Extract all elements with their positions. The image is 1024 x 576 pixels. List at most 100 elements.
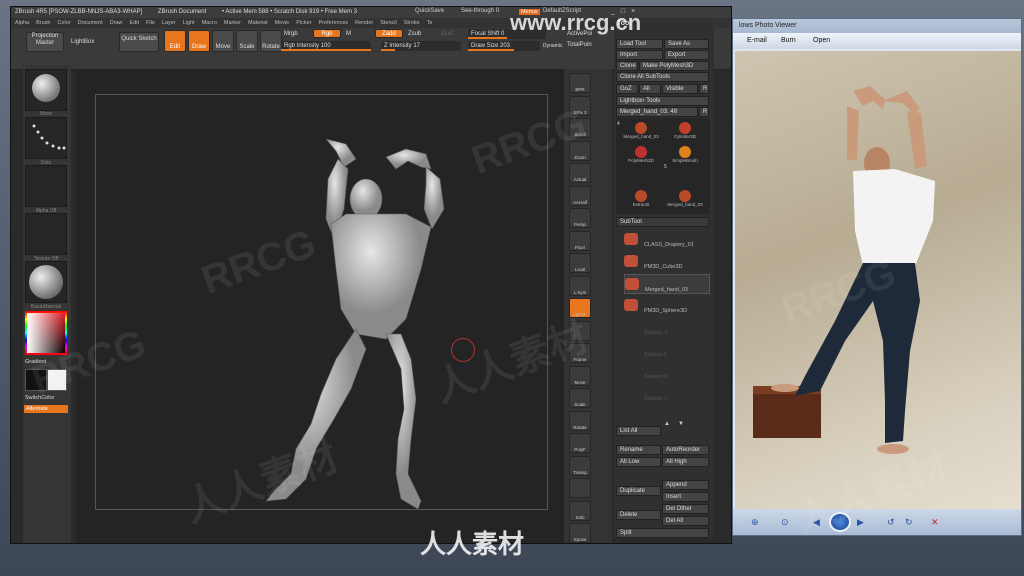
shelf-button[interactable]: PolyF bbox=[569, 433, 591, 453]
subtool-item[interactable]: CLASS_Drapery_01 bbox=[624, 230, 710, 250]
shelf-button[interactable] bbox=[569, 478, 591, 498]
auto-reorder-button[interactable]: AutoReorder bbox=[662, 445, 709, 455]
del-all-button[interactable]: Del All bbox=[662, 516, 709, 526]
subtool-header[interactable]: SubTool bbox=[616, 217, 709, 227]
arrow-down-icon[interactable]: ▼ bbox=[678, 421, 692, 427]
zadd-button[interactable]: Zadd bbox=[375, 29, 403, 38]
move-button[interactable]: Move bbox=[212, 30, 234, 52]
rotate-left-icon[interactable]: ↺ bbox=[887, 517, 895, 528]
import-button[interactable]: Import bbox=[616, 50, 663, 60]
shelf-button[interactable]: Rotate bbox=[569, 410, 591, 431]
subtool-item[interactable]: Subtool 7 bbox=[624, 384, 710, 404]
menu-item[interactable]: Marker bbox=[224, 20, 241, 26]
tool-thumbnail[interactable]: PolyMesh3D bbox=[620, 146, 662, 166]
rotate-button[interactable]: Rotate bbox=[260, 30, 282, 52]
delete-button[interactable]: Delete bbox=[616, 510, 661, 520]
scale-button[interactable]: Scale bbox=[236, 30, 258, 52]
del-other-button[interactable]: Del Other bbox=[662, 504, 709, 514]
draw-size-slider[interactable]: Draw Size 203 bbox=[468, 41, 540, 51]
burn-menu[interactable]: Burn bbox=[781, 33, 796, 49]
mrgb-button[interactable]: Mrgb bbox=[284, 31, 298, 37]
all-high-button[interactable]: All High bbox=[662, 457, 709, 467]
arrow-up-icon[interactable]: ▲ bbox=[664, 421, 678, 427]
append-button[interactable]: Append bbox=[662, 480, 709, 490]
shelf-button[interactable]: Move bbox=[569, 365, 591, 386]
rename-button[interactable]: Rename bbox=[616, 445, 661, 455]
zcut-button[interactable]: Zcut bbox=[441, 31, 453, 37]
shelf-button[interactable]: Scale bbox=[569, 388, 591, 408]
visible-button[interactable]: Visible bbox=[662, 84, 698, 94]
menu-item[interactable]: Stencil bbox=[380, 20, 397, 26]
email-menu[interactable]: E-mail bbox=[747, 33, 767, 49]
shelf-button[interactable]: AAHalf bbox=[569, 185, 591, 206]
menu-item[interactable]: Color bbox=[57, 20, 70, 26]
texture-thumbnail[interactable] bbox=[25, 213, 67, 255]
subtool-item[interactable]: Subtool 4 bbox=[624, 318, 710, 338]
alternate-button[interactable]: Alternate bbox=[24, 405, 68, 413]
menu-item[interactable]: Preferences bbox=[319, 20, 349, 26]
all-button[interactable]: All bbox=[639, 84, 661, 94]
edit-button[interactable]: Edit bbox=[164, 30, 186, 52]
tool-thumbnail[interactable]: Merged_hand_03 bbox=[664, 190, 706, 210]
load-tool-button[interactable]: Load Tool bbox=[616, 39, 663, 49]
subtool-item[interactable]: Subtool 6 bbox=[624, 362, 710, 382]
zsub-button[interactable]: Zsub bbox=[408, 31, 421, 37]
tool-thumbnail[interactable]: Extract0 bbox=[620, 190, 662, 210]
shelf-button[interactable]: Persp bbox=[569, 208, 591, 228]
subtool-item[interactable]: Subtool 5 bbox=[624, 340, 710, 360]
insert-button[interactable]: Insert bbox=[662, 492, 709, 502]
menu-item[interactable]: Draw bbox=[110, 20, 123, 26]
brush-thumbnail[interactable] bbox=[25, 69, 67, 111]
menu-item[interactable]: Movie bbox=[275, 20, 290, 26]
save-as-button[interactable]: Save As bbox=[664, 39, 709, 49]
shelf-button[interactable]: L.Sym bbox=[569, 275, 591, 296]
menu-item[interactable]: Material bbox=[248, 20, 268, 26]
see-through-slider[interactable]: See-through 0 bbox=[461, 8, 499, 14]
current-tool-slider[interactable]: Merged_hand_03. 48 bbox=[616, 107, 698, 117]
tool-thumbnail[interactable]: Merged_hand_03 bbox=[620, 122, 662, 142]
menu-item[interactable]: Brush bbox=[36, 20, 50, 26]
r-button-2[interactable]: R bbox=[699, 107, 709, 117]
open-menu[interactable]: Open bbox=[813, 33, 830, 49]
clone-button[interactable]: Clone bbox=[616, 61, 638, 71]
menu-item[interactable]: Te bbox=[427, 20, 433, 26]
menu-item[interactable]: File bbox=[146, 20, 155, 26]
menu-item[interactable]: Document bbox=[78, 20, 103, 26]
shelf-button[interactable]: BPR bbox=[569, 73, 591, 93]
shelf-button[interactable]: Transp bbox=[569, 455, 591, 476]
lightbox-tools-button[interactable]: Lightbox› Tools bbox=[616, 96, 709, 106]
menu-item[interactable]: Alpha bbox=[15, 20, 29, 26]
r-button[interactable]: R bbox=[699, 84, 709, 94]
shelf-button[interactable]: Solo bbox=[569, 500, 591, 521]
subtool-item[interactable]: Merged_hand_03 bbox=[624, 274, 710, 294]
subtool-item[interactable]: PM3D_Sphere3D bbox=[624, 296, 710, 316]
rgb-intensity-slider[interactable]: Rgb Intensity 100 bbox=[281, 41, 371, 51]
m-button[interactable]: M bbox=[346, 31, 351, 37]
dynamic-toggle[interactable]: Dynamic bbox=[543, 43, 562, 49]
all-low-button[interactable]: All Low bbox=[616, 457, 661, 467]
rotate-right-icon[interactable]: ↻ bbox=[905, 517, 913, 528]
actual-size-icon[interactable]: ⊙ bbox=[781, 517, 789, 528]
goz-button[interactable]: GoZ bbox=[616, 84, 638, 94]
quicksave-button[interactable]: QuickSave bbox=[415, 8, 444, 14]
material-thumbnail[interactable] bbox=[25, 261, 67, 303]
menu-item[interactable]: Layer bbox=[162, 20, 176, 26]
stroke-thumbnail[interactable] bbox=[25, 117, 67, 159]
delete-icon[interactable]: ✕ bbox=[931, 517, 939, 528]
alpha-thumbnail[interactable] bbox=[25, 165, 67, 207]
subtool-item[interactable]: PM3D_Cube3D bbox=[624, 252, 710, 272]
clone-all-subtools-button[interactable]: Clone All SubTools bbox=[616, 72, 709, 82]
menu-item[interactable]: Render bbox=[355, 20, 373, 26]
shelf-button[interactable]: Actual bbox=[569, 163, 591, 183]
menu-item[interactable]: Edit bbox=[130, 20, 139, 26]
duplicate-button[interactable]: Duplicate bbox=[616, 486, 661, 496]
draw-button[interactable]: Draw bbox=[188, 30, 210, 52]
quick-sketch-button[interactable]: Quick Sketch bbox=[119, 32, 159, 52]
menu-item[interactable]: Macro bbox=[202, 20, 217, 26]
make-polymesh-button[interactable]: Make PolyMesh3D bbox=[639, 61, 709, 71]
zoom-icon[interactable]: ⊕ bbox=[751, 517, 759, 528]
subtool-arrows[interactable]: ▲▼ bbox=[664, 421, 692, 427]
z-intensity-slider[interactable]: Z Intensity 17 bbox=[381, 41, 461, 51]
export-button[interactable]: Export bbox=[664, 50, 709, 60]
rgb-button[interactable]: Rgb bbox=[313, 29, 341, 38]
